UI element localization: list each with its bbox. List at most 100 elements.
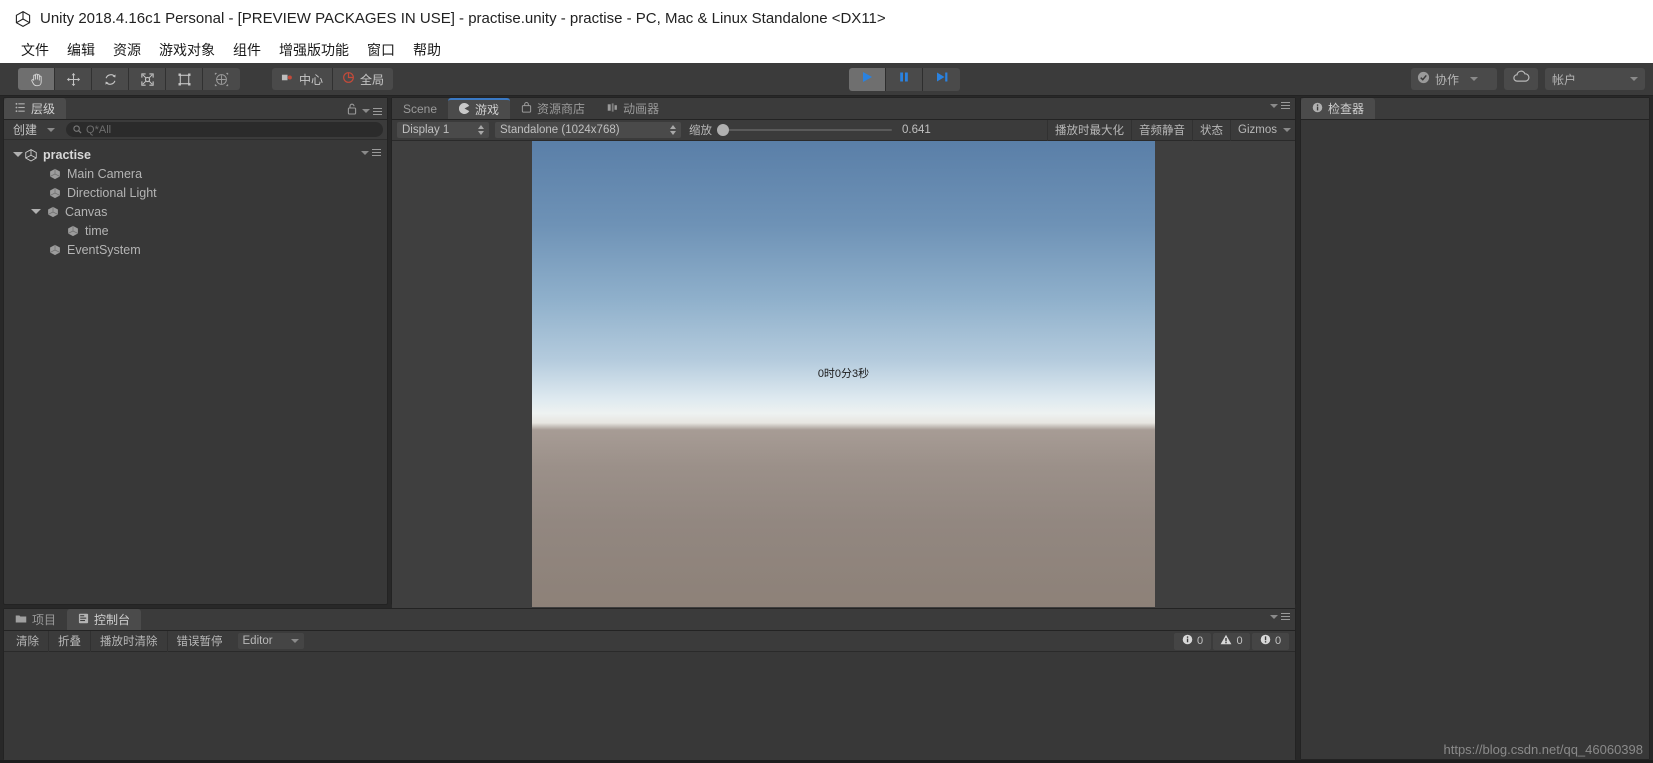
menu-item-window[interactable]: 窗口 [358, 40, 404, 60]
maximize-on-play-toggle[interactable]: 播放时最大化 [1047, 119, 1131, 141]
error-count[interactable]: 0 [1252, 632, 1289, 650]
clear-button[interactable]: 清除 [7, 631, 48, 652]
display-dropdown[interactable]: Display 1 [397, 122, 489, 138]
move-tool-button[interactable] [55, 68, 92, 90]
menu-item-assets[interactable]: 资源 [104, 40, 150, 60]
display-dropdown-label: Display 1 [402, 124, 450, 136]
error-pause-toggle[interactable]: 错误暂停 [166, 630, 232, 652]
gameobject-cube-icon [66, 224, 80, 238]
mute-audio-toggle[interactable]: 音频静音 [1131, 119, 1192, 141]
cloud-button[interactable] [1504, 68, 1538, 90]
pivot-mode-label: 中心 [299, 72, 324, 87]
collab-button[interactable]: 协作 [1411, 68, 1497, 90]
gizmos-toggle[interactable]: Gizmos [1230, 119, 1295, 141]
hierarchy-tab-row: 层级 [4, 98, 387, 120]
slider-track [717, 129, 892, 131]
step-forward-icon [935, 70, 949, 89]
title-bar: Unity 2018.4.16c1 Personal - [PREVIEW PA… [0, 0, 1653, 37]
aspect-ratio-dropdown[interactable]: Standalone (1024x768) [495, 122, 681, 138]
game-view-menu-icon[interactable] [1270, 102, 1290, 109]
list-item[interactable]: practise [4, 145, 387, 164]
search-input[interactable]: Q*All [66, 122, 383, 137]
warning-count[interactable]: 0 [1213, 632, 1250, 650]
menu-item-edit[interactable]: 编辑 [58, 40, 104, 60]
game-view-toolbar: Display 1 Standalone (1024x768) 缩放 0.641… [392, 119, 1295, 141]
chevron-down-icon [1630, 77, 1638, 81]
tab-game-label: 游戏 [475, 103, 500, 117]
global-rotation-icon [342, 71, 355, 87]
tab-scene[interactable]: Scene [392, 98, 448, 119]
inspector-info-icon [1312, 102, 1323, 116]
chevron-down-icon[interactable] [1283, 128, 1291, 132]
pause-button[interactable] [886, 68, 923, 91]
collapse-toggle[interactable]: 折叠 [48, 630, 90, 652]
pause-icon [897, 70, 911, 89]
tab-asset-store[interactable]: 资源商店 [510, 98, 596, 119]
lock-icon[interactable] [347, 102, 357, 120]
hand-tool-button[interactable] [18, 68, 55, 90]
info-count[interactable]: 0 [1174, 632, 1211, 650]
menu-item-file[interactable]: 文件 [12, 40, 58, 60]
scale-label: 缩放 [689, 125, 712, 137]
console-counters: 0 0 0 [1174, 632, 1295, 650]
play-button[interactable] [849, 68, 886, 91]
transform-tool-button[interactable] [203, 68, 240, 90]
game-view-tab-row: Scene 游戏 资源商店 动画器 [392, 98, 1295, 120]
step-button[interactable] [923, 68, 960, 91]
tab-console[interactable]: 控制台 [67, 609, 142, 630]
warning-count-value: 0 [1236, 635, 1243, 647]
game-view-canvas-area[interactable]: 0时0分3秒 [392, 141, 1295, 626]
tab-game[interactable]: 游戏 [448, 98, 511, 119]
tab-inspector-label: 检查器 [1328, 102, 1365, 116]
game-pacman-icon [458, 102, 470, 117]
rect-tool-button[interactable] [166, 68, 203, 90]
pivot-mode-button[interactable]: 中心 [272, 68, 334, 90]
editor-dropdown[interactable]: Editor [237, 633, 304, 649]
main-toolbar: 中心 全局 协作 帐户 [0, 63, 1653, 96]
clear-button-label: 清除 [16, 636, 39, 648]
tab-hierarchy[interactable]: 层级 [4, 98, 67, 119]
tab-animator-label: 动画器 [623, 102, 660, 116]
menu-item-gameobject[interactable]: 游戏对象 [150, 40, 224, 60]
tab-scene-label: Scene [403, 101, 438, 116]
gameobject-cube-icon [48, 167, 62, 181]
console-menu-icon[interactable] [1270, 613, 1290, 620]
tab-project-label: 项目 [32, 613, 57, 627]
menu-item-component[interactable]: 组件 [224, 40, 270, 60]
tab-project[interactable]: 项目 [4, 609, 67, 630]
scale-tool-button[interactable] [129, 68, 166, 90]
disclosure-triangle-icon[interactable] [12, 149, 24, 161]
hierarchy-icon [15, 102, 26, 116]
list-item[interactable]: Directional Light [4, 183, 387, 202]
slider-knob[interactable] [717, 124, 729, 136]
list-item[interactable]: Main Camera [4, 164, 387, 183]
mute-audio-label: 音频静音 [1139, 125, 1186, 137]
rect-transform-icon [177, 72, 192, 87]
gameobject-cube-icon [48, 186, 62, 200]
list-item[interactable]: Canvas [4, 202, 387, 221]
hierarchy-menu-icon[interactable] [362, 107, 382, 115]
console-log-list[interactable] [4, 652, 1295, 763]
rotation-mode-button[interactable]: 全局 [333, 68, 394, 90]
rotate-tool-button[interactable] [92, 68, 129, 90]
list-item[interactable]: time [4, 221, 387, 240]
collab-label: 协作 [1435, 72, 1460, 87]
list-item[interactable]: EventSystem [4, 240, 387, 259]
disclosure-triangle-icon[interactable] [30, 206, 42, 218]
scale-slider[interactable] [717, 122, 892, 138]
stats-toggle[interactable]: 状态 [1192, 119, 1230, 141]
scene-context-menu-icon[interactable] [361, 149, 381, 156]
create-button[interactable]: 创建 [8, 120, 60, 139]
clear-on-play-toggle[interactable]: 播放时清除 [90, 630, 167, 652]
pivot-center-icon [281, 72, 294, 86]
tab-inspector[interactable]: 检查器 [1301, 98, 1376, 119]
game-render-surface[interactable]: 0时0分3秒 [532, 141, 1155, 607]
menu-item-enhanced[interactable]: 增强版功能 [270, 40, 358, 60]
hierarchy-tab-icons [347, 102, 382, 120]
account-button[interactable]: 帐户 [1545, 68, 1645, 90]
menu-item-help[interactable]: 帮助 [404, 40, 450, 60]
tab-animator[interactable]: 动画器 [596, 98, 670, 119]
clear-on-play-label: 播放时清除 [100, 636, 158, 648]
rotate-icon [103, 72, 118, 87]
list-item-label: EventSystem [67, 242, 141, 257]
